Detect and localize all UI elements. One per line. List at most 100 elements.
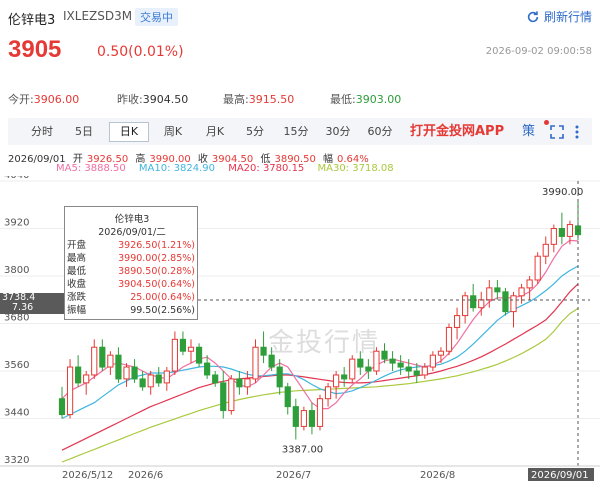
tab-5min[interactable]: 5分	[240, 122, 270, 142]
candle-body-up	[542, 243, 549, 257]
candle-body-up	[478, 299, 485, 309]
candle-body-down	[212, 374, 219, 384]
tooltip-title: 伦锌电3 2026/09/01/二	[98, 214, 166, 238]
candle-body-down	[494, 287, 501, 293]
min-price-annotation: 3387.00	[282, 444, 323, 455]
candle-body-up	[333, 374, 340, 388]
candle-body-down	[470, 295, 477, 309]
candle-body-down	[502, 291, 509, 313]
watermark-text: 金投行情	[268, 328, 380, 358]
candle-body-down	[308, 410, 316, 427]
candle-body-down	[381, 350, 388, 360]
candle-body-down	[413, 370, 420, 376]
candle-body-up	[91, 346, 98, 376]
candle-body-down	[268, 354, 275, 368]
candle-body-up	[163, 370, 170, 384]
tab-weekly-k[interactable]: 周K	[156, 122, 190, 142]
candle-body-up	[486, 287, 493, 301]
fullscreen-button[interactable]	[550, 122, 566, 142]
refresh-label: 刷新行情	[543, 10, 592, 24]
candle-body-up	[453, 315, 461, 328]
candle-body-up	[518, 287, 525, 297]
refresh-icon	[527, 10, 539, 22]
crosshair-price-label: 3738.4 7.36	[0, 293, 72, 314]
tab-monthly-k[interactable]: 月K	[198, 122, 232, 142]
max-price-annotation: 3990.00	[542, 187, 583, 198]
last-price: 3905	[8, 36, 62, 63]
notification-dot	[544, 120, 549, 125]
tab-daily-k[interactable]: 日K	[109, 122, 149, 142]
ma10-label: MA10: 3824.90	[138, 163, 216, 174]
candle-body-up	[123, 366, 130, 380]
candle-body-up	[550, 228, 557, 245]
open-app-link[interactable]: 打开金投网APP	[410, 122, 504, 142]
candle-body-down	[204, 362, 211, 376]
candle-body-up	[421, 366, 428, 376]
candle-body-up	[228, 378, 235, 412]
strategy-button[interactable]: 策	[522, 122, 535, 142]
header: 伦锌电3 IXLEZSD3M 交易中 刷新行情	[0, 0, 600, 36]
candle-body-down	[195, 346, 203, 364]
candle-body-down	[276, 366, 283, 388]
y-tick-label: 3800	[4, 265, 29, 276]
y-tick-label: 3440	[4, 408, 29, 419]
y-tick-label: 3560	[4, 360, 29, 371]
y-tick-label: 3680	[4, 313, 29, 324]
candle-body-down	[405, 366, 412, 372]
ma5-label: MA5: 3888.50	[56, 163, 126, 174]
y-tick-label: 3920	[4, 218, 29, 229]
candle-body-down	[341, 374, 348, 380]
candle-body-up	[526, 279, 533, 289]
candle-body-down	[58, 398, 66, 416]
candle-body-up	[83, 374, 90, 384]
y-tick-label: 4040	[4, 176, 29, 181]
candle-body-down	[365, 366, 372, 372]
ma30-label: MA30: 3718.08	[317, 163, 394, 174]
x-tick-label: 2026/5/12	[62, 470, 113, 481]
tab-60min[interactable]: 60分	[364, 122, 396, 142]
x-tick-label: 2026/6	[128, 470, 163, 481]
x-tick-label: 2026/7	[276, 470, 311, 481]
trading-status-badge: 交易中	[135, 8, 178, 26]
candle-body-up	[349, 358, 356, 380]
candle-body-down	[397, 362, 404, 368]
candle-body-up	[566, 224, 574, 237]
instrument-code: IXLEZSD3M	[63, 9, 133, 23]
candle-body-up	[437, 350, 445, 356]
ma-legend: MA5: 3888.50 MA10: 3824.90 MA20: 3780.15…	[56, 163, 404, 174]
candle-body-down	[260, 346, 267, 356]
candle-body-up	[373, 350, 380, 372]
tab-15min[interactable]: 15分	[280, 122, 312, 142]
more-options-button[interactable]	[574, 122, 588, 142]
more-vertical-icon	[575, 125, 579, 139]
candle-body-up	[316, 398, 324, 427]
refresh-button[interactable]: 刷新行情	[526, 8, 592, 25]
candle-body-down	[284, 386, 291, 408]
candle-body-up	[107, 354, 114, 368]
candle-body-down	[131, 366, 138, 380]
candle-body-down	[389, 358, 396, 364]
candle-body-up	[534, 255, 541, 281]
candle-body-down	[139, 378, 146, 388]
tab-timeshare[interactable]: 分时	[22, 122, 62, 142]
expand-icon	[550, 125, 564, 139]
quote-open: 今开:3906.00	[8, 93, 80, 106]
candle-body-up	[147, 374, 154, 388]
tab-5day[interactable]: 5日	[66, 122, 102, 142]
candle-body-up	[171, 338, 178, 372]
quote-prev-close: 昨收:3904.50	[117, 93, 189, 106]
instrument-name: 伦锌电3	[8, 13, 56, 28]
candle-body-down	[558, 228, 565, 237]
candle-body-down	[292, 406, 299, 427]
candle-body-up	[324, 386, 332, 400]
quote-high: 最高:3915.50	[223, 93, 295, 106]
tab-30min[interactable]: 30分	[322, 122, 354, 142]
quote-low: 最低:3903.00	[330, 93, 402, 106]
candle-body-up	[462, 295, 469, 317]
candle-body-up	[187, 346, 195, 352]
x-cursor-label: 2026/09/01	[531, 470, 589, 481]
candle-body-down	[357, 358, 364, 368]
candle-tooltip: 伦锌电3 2026/09/01/二 开盘 3926.50(1.21%) 最高 399…	[64, 206, 198, 320]
candle-body-down	[179, 338, 187, 352]
candle-body-up	[244, 378, 251, 388]
